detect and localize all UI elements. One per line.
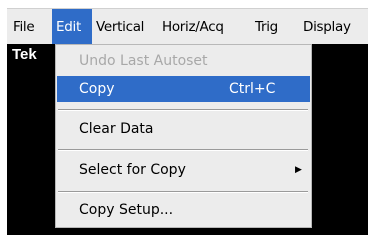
tek-logo: Tek — [12, 46, 37, 63]
triangle-right-icon: ▶ — [295, 165, 302, 175]
menu-item-label: Select for Copy — [79, 162, 186, 178]
menu-edit[interactable]: Edit — [52, 9, 92, 44]
menu-horiz-acq[interactable]: Horiz/Acq — [162, 9, 242, 44]
menu-item-label: Copy — [79, 81, 115, 97]
edit-menu-dropdown: Undo Last Autoset Copy Ctrl+C Clear Data… — [55, 44, 312, 228]
menu-bar: File Edit Vertical Horiz/Acq Trig Displa… — [7, 8, 368, 44]
menu-item-label: Copy Setup... — [79, 202, 174, 218]
menu-display[interactable]: Display — [303, 9, 365, 44]
shortcut-label: Ctrl+C — [229, 81, 276, 97]
menu-item-copy[interactable]: Copy Ctrl+C — [57, 76, 310, 102]
menu-trig[interactable]: Trig — [255, 9, 289, 44]
menu-vertical[interactable]: Vertical — [96, 9, 158, 44]
menu-separator — [58, 149, 308, 151]
menu-separator — [58, 191, 308, 193]
menu-separator — [58, 109, 308, 111]
menu-item-copy-setup[interactable]: Copy Setup... — [57, 197, 310, 223]
menu-file[interactable]: File — [10, 9, 47, 44]
menu-item-undo-last-autoset[interactable]: Undo Last Autoset — [57, 48, 310, 74]
menu-item-select-for-copy[interactable]: Select for Copy ▶ — [57, 157, 310, 183]
menu-item-label: Undo Last Autoset — [79, 53, 208, 69]
menu-item-clear-data[interactable]: Clear Data — [57, 116, 310, 142]
oscilloscope-window: File Edit Vertical Horiz/Acq Trig Displa… — [0, 0, 368, 247]
bottom-strip — [7, 235, 368, 247]
menu-item-label: Clear Data — [79, 121, 154, 137]
